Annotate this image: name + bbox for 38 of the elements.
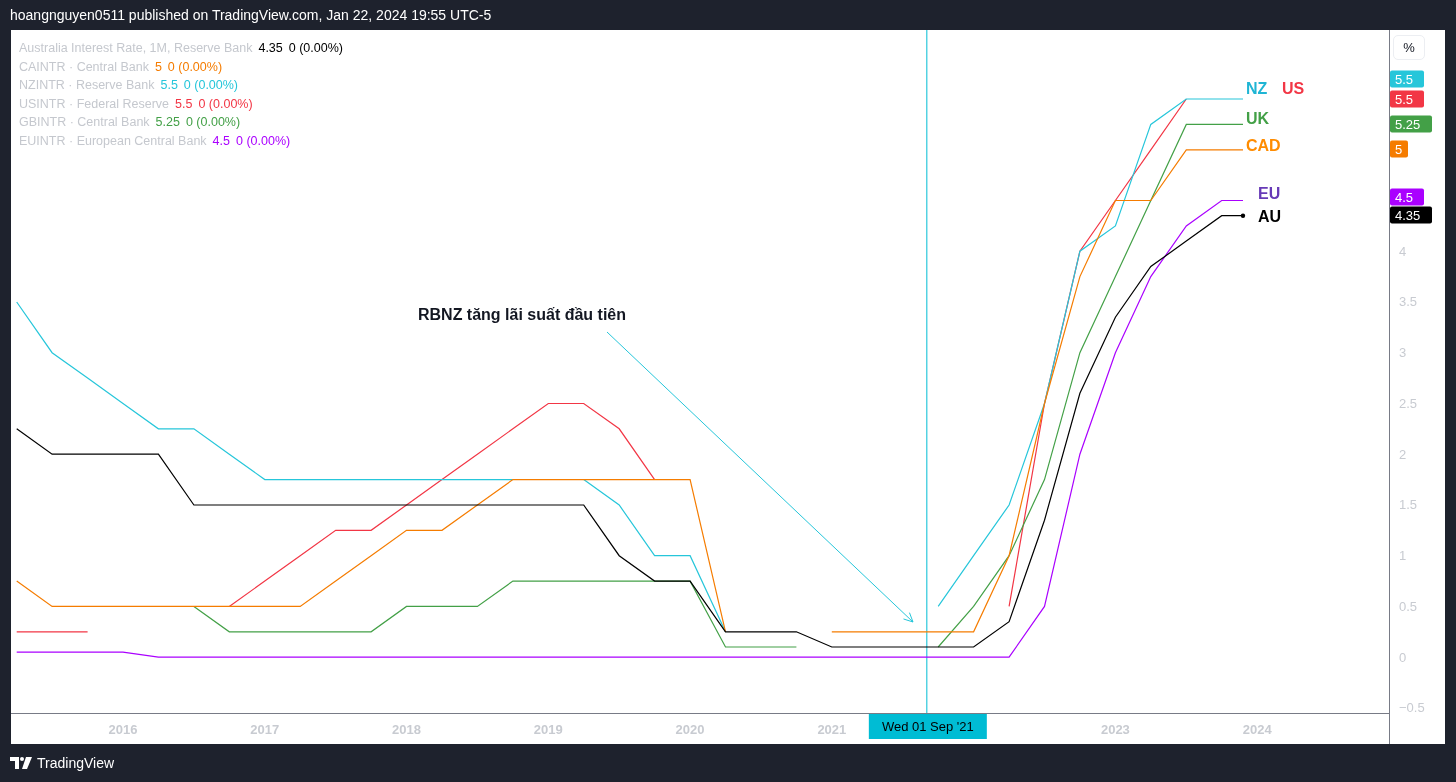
series-value: 4.35 (258, 40, 283, 57)
logo-icon (10, 757, 32, 769)
publish-info: hoangnguyen0511 published on TradingView.com, Jan 22, 2024 19:55 UTC-5 (10, 7, 492, 23)
price-tag: 4.35 (1390, 206, 1432, 224)
price-tag: 5.5 (1390, 70, 1424, 88)
end-dot (1240, 213, 1246, 218)
ref-line-label: Wed 01 Sep '21 (881, 719, 974, 734)
annotation-text: RBNZ tăng lãi suất đầu tiên (418, 306, 626, 323)
line-label: US (1282, 80, 1305, 97)
series-change: 0 (0.00%) (167, 58, 223, 76)
series-name: Australia Interest Rate, 1M, Reserve Bank (19, 40, 253, 57)
line-label: NZ (1246, 80, 1268, 97)
series-value: 5.25 (155, 114, 180, 131)
price-tag: 4.5 (1390, 188, 1424, 206)
scale-button[interactable]: % (1393, 35, 1425, 60)
price-tag: 5 (1390, 140, 1408, 158)
price-tag: 5.5 (1390, 90, 1424, 108)
series-name: CAINTR · Central Bank (19, 58, 149, 76)
line-label: AU (1258, 208, 1282, 225)
series-name: NZINTR · Reserve Bank (19, 77, 155, 94)
line-label: UK (1246, 110, 1270, 127)
series-value: 4.5 (212, 132, 230, 150)
series-name: USINTR · Federal Reserve (19, 95, 170, 113)
series-name: EUINTR · European Central Bank (19, 132, 207, 150)
series-change: 0 (0.00%) (183, 77, 239, 94)
series-value: 5 (154, 58, 162, 76)
line-label: CAD (1246, 137, 1281, 154)
series-name: GBINTR · Central Bank (19, 114, 150, 131)
brand-name: TradingView (37, 755, 115, 771)
line-label: EU (1258, 185, 1281, 202)
series-value: 5.5 (175, 95, 193, 113)
series-change: 0 (0.00%) (185, 114, 241, 131)
crosshair-date-label: Wed 01 Sep '21 (868, 714, 987, 739)
series-change: 0 (0.00%) (198, 95, 253, 113)
price-tag: 5.25 (1390, 115, 1432, 133)
series-change: 0 (0.00%) (288, 40, 343, 57)
series-change: 0 (0.00%) (236, 132, 291, 150)
series-value: 5.5 (160, 77, 178, 94)
